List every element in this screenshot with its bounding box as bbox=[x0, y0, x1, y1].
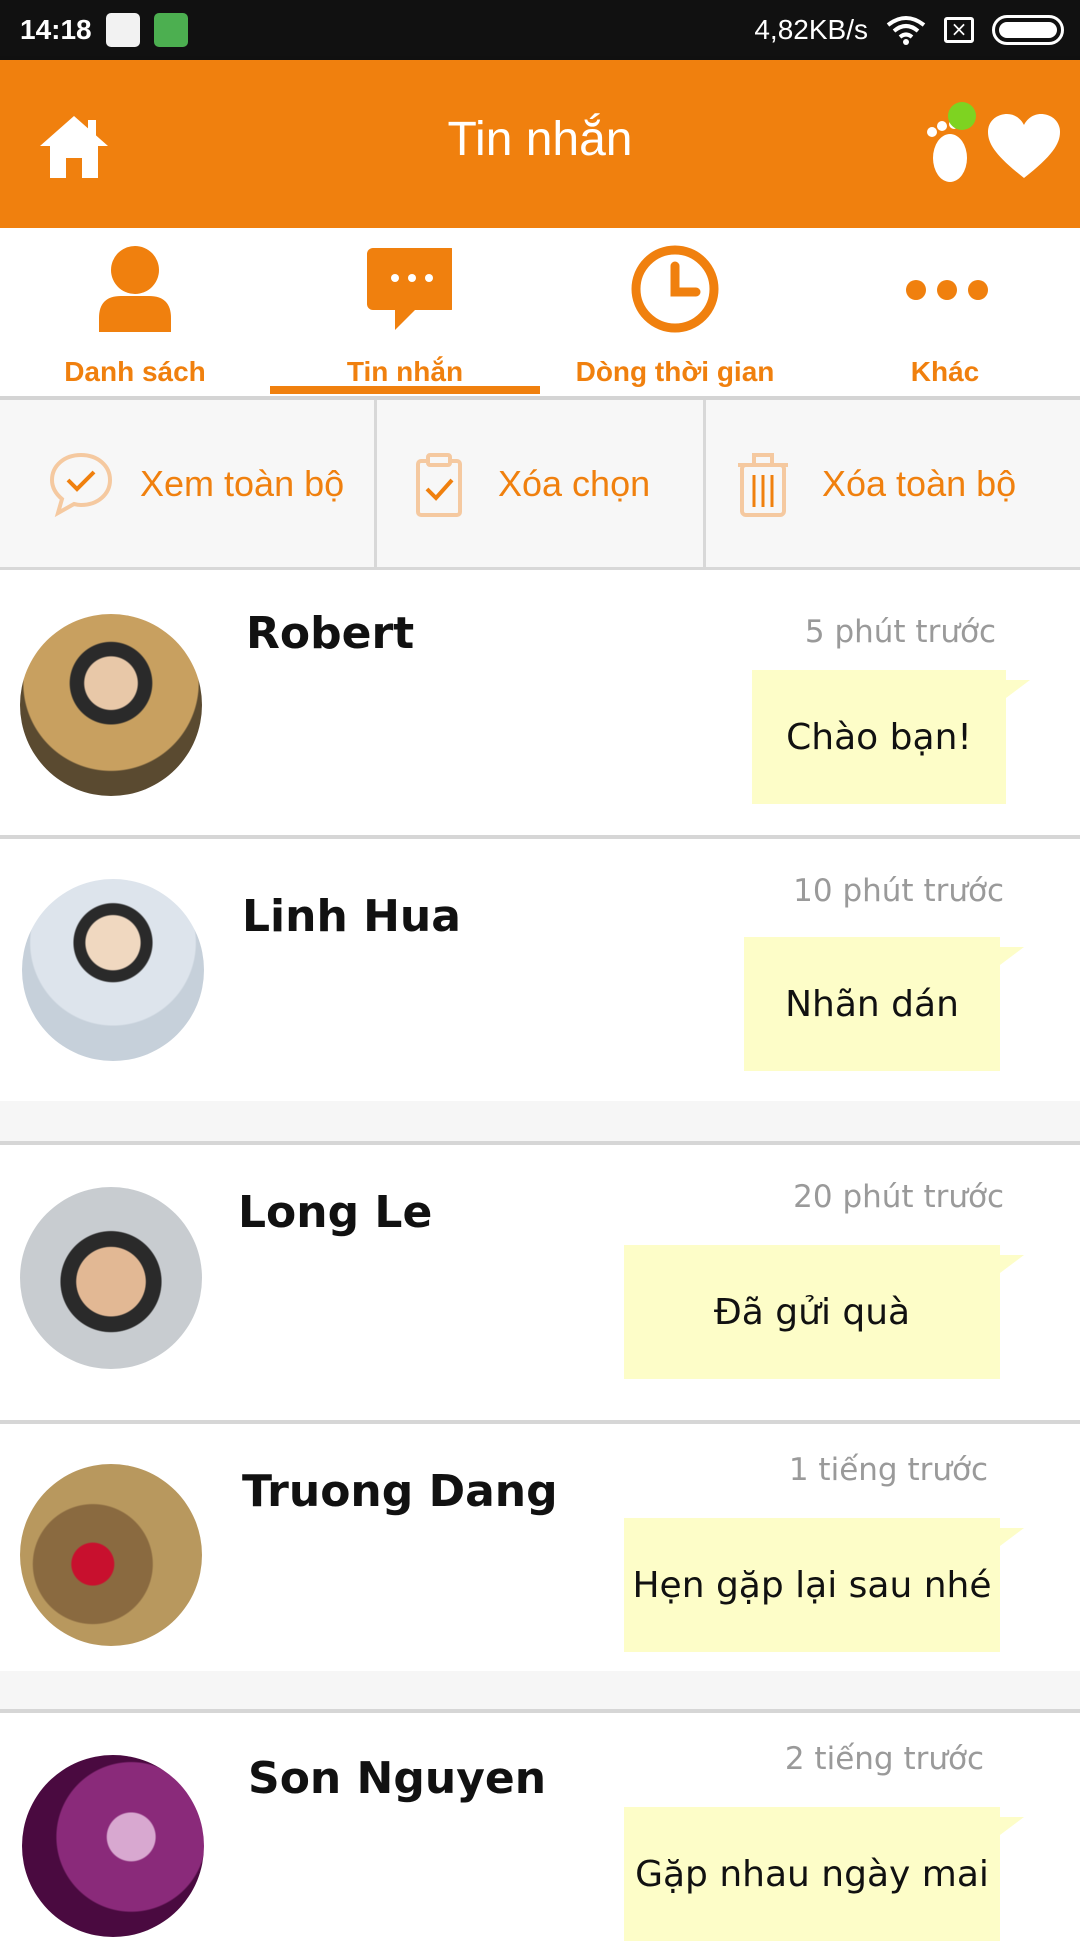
action-label: Xóa chọn bbox=[498, 462, 651, 504]
message-bubble: Nhãn dán bbox=[744, 937, 1024, 1071]
tab-label: Dòng thời gian bbox=[575, 356, 775, 387]
tab-bar: Danh sách Tin nhắn Dòng thời gian Khác bbox=[0, 228, 1080, 396]
tab-timeline[interactable]: Dòng thời gian bbox=[540, 228, 810, 396]
message-preview: Đã gửi quà bbox=[713, 1291, 911, 1333]
conversation-item[interactable]: Linh Hua 10 phút trước Nhãn dán bbox=[0, 839, 1080, 1101]
message-time: 5 phút trước bbox=[804, 614, 996, 650]
footprint-icon[interactable] bbox=[920, 102, 980, 186]
more-dots-icon bbox=[906, 280, 988, 300]
message-time: 1 tiếng trước bbox=[788, 1452, 988, 1488]
avatar bbox=[22, 1755, 204, 1937]
view-all-button[interactable]: Xem toàn bộ bbox=[46, 400, 344, 567]
tab-label: Khác bbox=[910, 356, 980, 387]
tab-messages[interactable]: Tin nhắn bbox=[270, 228, 540, 396]
message-bubble: Hẹn gặp lại sau nhé bbox=[624, 1518, 1024, 1652]
conversation-item[interactable]: Truong Dang 1 tiếng trước Hẹn gặp lại sa… bbox=[0, 1424, 1080, 1671]
message-preview: Gặp nhau ngày mai bbox=[635, 1853, 989, 1895]
chat-check-icon bbox=[49, 452, 113, 517]
message-bubble: Chào bạn! bbox=[752, 670, 1030, 804]
network-speed: 4,82KB/s bbox=[754, 14, 868, 45]
contact-name: Truong Dang bbox=[242, 1466, 558, 1517]
conversation-item[interactable]: Robert 5 phút trước Chào bạn! bbox=[0, 570, 1080, 835]
action-divider bbox=[374, 400, 377, 567]
conversation-item[interactable]: Long Le 20 phút trước Đã gửi quà bbox=[0, 1145, 1080, 1420]
tab-contacts[interactable]: Danh sách bbox=[0, 228, 270, 396]
battery-icon bbox=[992, 15, 1064, 45]
avatar bbox=[20, 1464, 202, 1646]
message-bubble: Gặp nhau ngày mai bbox=[624, 1807, 1024, 1941]
no-sim-icon: × bbox=[944, 17, 974, 43]
action-label: Xem toàn bộ bbox=[140, 462, 345, 504]
message-preview: Nhãn dán bbox=[785, 983, 959, 1025]
conversation-item[interactable]: Son Nguyen 2 tiếng trước Gặp nhau ngày m… bbox=[0, 1713, 1080, 1941]
app-header: Tin nhắn bbox=[0, 60, 1080, 228]
person-icon bbox=[99, 246, 171, 332]
trash-icon bbox=[738, 452, 788, 517]
clipboard-check-icon bbox=[416, 452, 462, 517]
status-time: 14:18 bbox=[20, 14, 92, 45]
message-time: 2 tiếng trước bbox=[784, 1741, 984, 1777]
action-divider bbox=[703, 400, 706, 567]
row-gap bbox=[0, 1101, 1080, 1143]
message-time: 20 phút trước bbox=[793, 1179, 1004, 1215]
clock-icon bbox=[631, 245, 719, 333]
heart-icon[interactable] bbox=[986, 112, 1062, 182]
tab-label: Danh sách bbox=[64, 356, 206, 387]
action-bar: Xem toàn bộ Xóa chọn Xóa toàn bộ bbox=[0, 400, 1080, 570]
avatar bbox=[22, 879, 204, 1061]
status-bar: 14:18 4,82KB/s × bbox=[0, 0, 1080, 60]
android-notification-icon bbox=[153, 13, 188, 47]
tab-more[interactable]: Khác bbox=[810, 228, 1080, 396]
tab-label: Tin nhắn bbox=[346, 356, 464, 387]
contact-name: Robert bbox=[246, 608, 415, 659]
chat-bubble-icon bbox=[367, 248, 452, 330]
active-tab-indicator bbox=[270, 386, 540, 394]
message-time: 10 phút trước bbox=[793, 873, 1004, 909]
row-gap bbox=[0, 1671, 1080, 1711]
message-preview: Chào bạn! bbox=[786, 716, 972, 758]
contact-name: Long Le bbox=[238, 1187, 433, 1238]
message-bubble: Đã gửi quà bbox=[624, 1245, 1024, 1379]
contact-name: Linh Hua bbox=[242, 891, 461, 942]
avatar bbox=[20, 1187, 202, 1369]
action-label: Xóa toàn bộ bbox=[822, 462, 1017, 504]
message-preview: Hẹn gặp lại sau nhé bbox=[632, 1564, 992, 1606]
page-title: Tin nhắn bbox=[447, 113, 633, 166]
app-notification-icon bbox=[105, 13, 140, 47]
wifi-icon bbox=[886, 16, 926, 45]
contact-name: Son Nguyen bbox=[248, 1753, 547, 1804]
delete-selected-button[interactable]: Xóa chọn bbox=[404, 400, 650, 567]
avatar bbox=[20, 614, 202, 796]
delete-all-button[interactable]: Xóa toàn bộ bbox=[728, 400, 1016, 567]
